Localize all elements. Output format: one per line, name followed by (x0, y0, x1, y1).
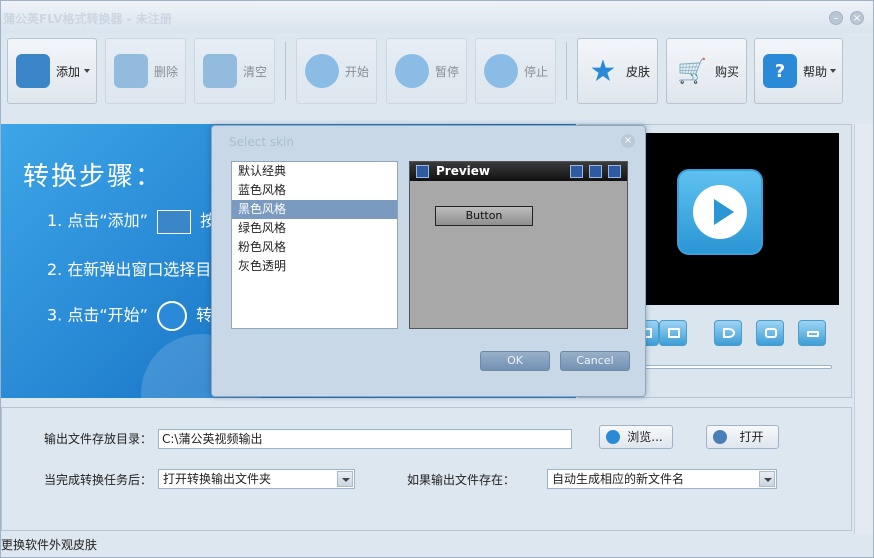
step-1-text: 1. 点击“添加” (47, 211, 148, 230)
chevron-down-icon[interactable] (759, 471, 775, 487)
help-icon: ? (763, 54, 797, 88)
pause-button[interactable]: 暂停 (386, 38, 467, 104)
after-task-value: 打开转换输出文件夹 (163, 472, 272, 486)
volume-button[interactable] (714, 320, 742, 346)
step-3-tail: 转 (196, 305, 213, 325)
window-title: 蒲公英FLV格式转换器 - 未注册 (3, 12, 172, 26)
pause-label: 暂停 (435, 64, 460, 79)
skin-list-item[interactable]: 粉色风格 (232, 238, 397, 257)
open-button[interactable]: 打开 (706, 425, 779, 449)
app-window: 蒲公英FLV格式转换器 - 未注册 – × 添加 删除 清空 开始 暂停 停止 (0, 0, 874, 558)
film-open-icon (713, 430, 727, 444)
snapshot-button[interactable] (756, 320, 784, 346)
close-icon (608, 165, 621, 178)
film-add-icon (16, 54, 50, 88)
stop-label: 停止 (524, 64, 549, 79)
step-3: 3. 点击“开始” 转 (47, 301, 212, 331)
preview-title: Preview (436, 164, 491, 178)
chevron-down-icon[interactable] (337, 471, 353, 487)
step-2-text: 2. 在新弹出窗口选择目 (47, 260, 212, 279)
open-label: 打开 (739, 430, 764, 444)
file-exists-value: 自动生成相应的新文件名 (552, 472, 685, 486)
toolbar-separator (566, 42, 567, 100)
steps-title: 转换步骤： (23, 162, 164, 192)
skin-label: 皮肤 (626, 64, 651, 79)
buy-label: 购买 (715, 64, 740, 79)
skin-preview: Preview Button (409, 161, 628, 329)
toolbar: 添加 删除 清空 开始 暂停 停止 ★ 皮肤 🛒 购买 ? 帮助 (1, 34, 873, 106)
skin-list-item[interactable]: 蓝色风格 (232, 181, 397, 200)
pause-icon (395, 54, 429, 88)
minimize-icon (570, 165, 583, 178)
browse-icon (606, 430, 620, 444)
film-delete-icon (114, 54, 148, 88)
maximize-icon (589, 165, 602, 178)
play-icon (693, 185, 747, 239)
minimize-button[interactable]: – (829, 11, 843, 25)
close-button[interactable]: × (850, 11, 864, 25)
buy-button[interactable]: 🛒 购买 (666, 38, 747, 104)
select-skin-dialog: Select skin × 默认经典 蓝色风格 黑色风格 绿色风格 粉色风格 灰… (211, 125, 646, 397)
dialog-title: Select skin (229, 135, 294, 149)
output-dir-field[interactable]: C:\蒲公英视频输出 (158, 429, 572, 449)
shuffle-icon (157, 301, 188, 331)
help-label: 帮助 (803, 64, 828, 79)
shuffle-icon (305, 54, 339, 88)
dropdown-arrow-icon[interactable] (830, 69, 836, 73)
star-icon: ★ (589, 53, 617, 89)
status-bar-text: 更换软件外观皮肤 (1, 538, 98, 552)
step-2: 2. 在新弹出窗口选择目 (47, 256, 211, 280)
scrollbar[interactable] (854, 124, 873, 534)
skin-list-item[interactable]: 绿色风格 (232, 219, 397, 238)
fullscreen-button[interactable] (659, 320, 687, 346)
preview-sample-button: Button (435, 206, 533, 226)
cancel-button[interactable]: Cancel (560, 351, 630, 371)
toolbar-separator (285, 42, 286, 100)
after-task-select[interactable]: 打开转换输出文件夹 (158, 469, 355, 489)
skin-list-item[interactable]: 默认经典 (232, 162, 397, 181)
skin-list[interactable]: 默认经典 蓝色风格 黑色风格 绿色风格 粉色风格 灰色透明 (231, 161, 398, 329)
film-add-icon (157, 209, 192, 234)
clear-label: 清空 (243, 64, 268, 79)
file-exists-label: 如果输出文件存在： (407, 473, 516, 487)
stop-button[interactable]: 停止 (475, 38, 556, 104)
start-button[interactable]: 开始 (296, 38, 377, 104)
dialog-close-button[interactable]: × (621, 134, 635, 148)
clear-button[interactable]: 清空 (194, 38, 275, 104)
ok-button[interactable]: OK (480, 351, 550, 371)
play-button[interactable] (677, 169, 763, 255)
preview-titlebar: Preview (410, 162, 627, 181)
browse-label: 浏览... (627, 430, 663, 444)
title-bar: 蒲公英FLV格式转换器 - 未注册 – × (1, 1, 873, 33)
eject-button[interactable] (798, 320, 826, 346)
skin-list-item[interactable]: 灰色透明 (232, 257, 397, 276)
output-settings-panel: 输出文件存放目录： C:\蒲公英视频输出 浏览... 打开 当完成转换任务后： … (1, 407, 852, 531)
step-3-text: 3. 点击“开始” (47, 305, 148, 325)
step-1: 1. 点击“添加” 按 (47, 207, 216, 234)
app-menu-icon (416, 165, 429, 178)
delete-label: 删除 (154, 64, 179, 79)
cart-icon: 🛒 (677, 57, 707, 85)
delete-button[interactable]: 删除 (105, 38, 186, 104)
add-label: 添加 (56, 64, 81, 79)
browse-button[interactable]: 浏览... (599, 425, 673, 449)
add-button[interactable]: 添加 (7, 38, 97, 104)
help-button[interactable]: ? 帮助 (754, 38, 843, 104)
stop-icon (484, 54, 518, 88)
skin-button[interactable]: ★ 皮肤 (577, 38, 658, 104)
file-exists-select[interactable]: 自动生成相应的新文件名 (547, 469, 777, 489)
start-label: 开始 (345, 64, 370, 79)
output-dir-label: 输出文件存放目录： (44, 432, 153, 446)
seek-bar[interactable] (629, 365, 832, 369)
skin-list-item-selected[interactable]: 黑色风格 (232, 200, 397, 219)
after-task-label: 当完成转换任务后： (44, 473, 153, 487)
dropdown-arrow-icon[interactable] (84, 69, 90, 73)
film-clear-icon (203, 54, 237, 88)
